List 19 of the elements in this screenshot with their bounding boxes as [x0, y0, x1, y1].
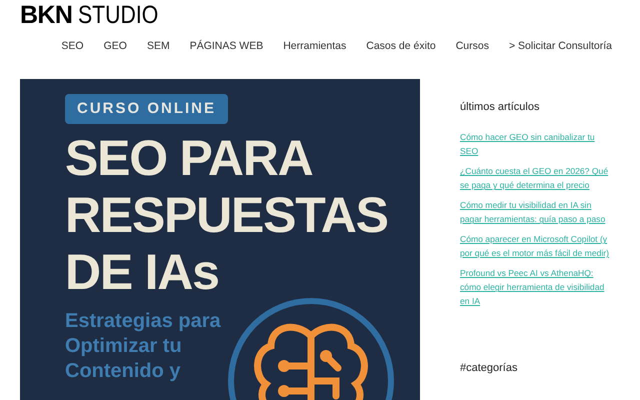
nav-link[interactable]: SEM [146, 39, 170, 55]
sidebar-heading: #categorías [460, 361, 518, 376]
nav-link[interactable]: PÁGINAS WEB [190, 39, 264, 55]
banner-title-line: DE IAs [65, 244, 219, 302]
course-badge: CURSO ONLINE [65, 94, 228, 124]
banner-title-line: RESPUESTAS [65, 187, 388, 244]
nav-link[interactable]: Casos de éxito [366, 39, 436, 55]
nav-link[interactable]: Cursos [456, 39, 489, 55]
sidebar-heading: últimos artículos [460, 100, 540, 115]
nav-link[interactable]: GEO [104, 39, 127, 55]
nav-link[interactable]: SEO [61, 39, 84, 55]
logo-wordmark[interactable]: BKN [20, 3, 72, 28]
nav-link[interactable]: Herramientas [283, 39, 346, 55]
nav-link[interactable]: > Solicitar Consultoría [508, 39, 612, 55]
banner-subtitle-line: Optimizar tu [65, 334, 182, 360]
banner-subtitle-line: Estrategias para [65, 309, 221, 334]
logo-wordmark-light[interactable]: STUDIO [78, 3, 159, 28]
banner-title-line: SEO PARA [65, 130, 312, 188]
banner-subtitle-line: Contenido y [65, 359, 181, 384]
